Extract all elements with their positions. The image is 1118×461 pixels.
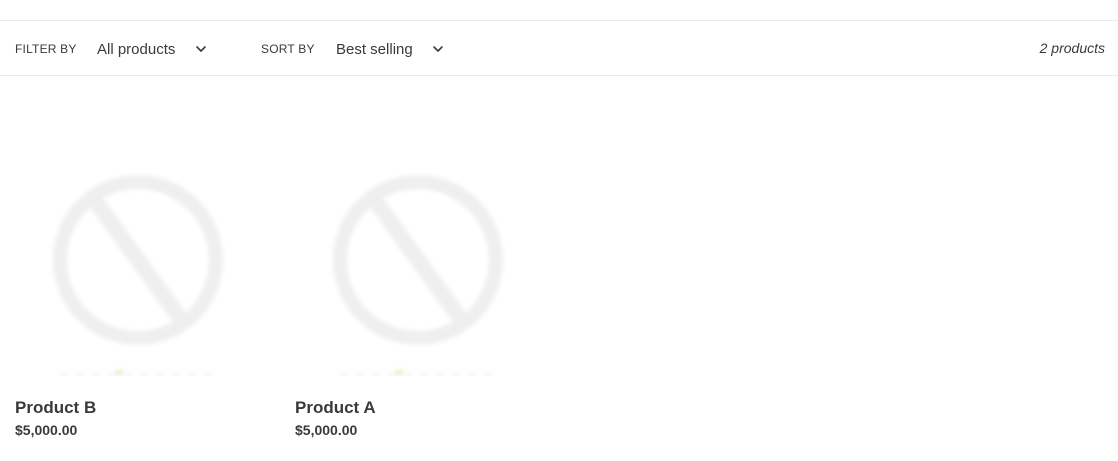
filter-select-value: All products <box>97 40 176 58</box>
product-image[interactable] <box>15 96 265 376</box>
collection-filters-bar: FILTER BY All products SORT BY Best sell… <box>0 20 1118 76</box>
product-count: 2 products <box>1039 40 1105 56</box>
chevron-down-icon <box>196 46 206 52</box>
filter-by-label: FILTER BY <box>15 42 77 56</box>
product-price: $5,000.00 <box>15 422 78 438</box>
product-image[interactable] <box>295 96 545 376</box>
product-card[interactable]: Product A $5,000.00 <box>295 96 545 438</box>
product-title[interactable]: Product B <box>15 398 96 418</box>
product-title[interactable]: Product A <box>295 398 376 418</box>
sort-select-value: Best selling <box>336 40 413 58</box>
placeholder-image-icon <box>333 175 503 376</box>
product-price: $5,000.00 <box>295 422 358 438</box>
filter-select[interactable]: All products <box>97 37 209 61</box>
placeholder-image-icon <box>53 175 223 376</box>
sort-select[interactable]: Best selling <box>336 37 448 61</box>
product-card[interactable]: Product B $5,000.00 <box>15 96 265 438</box>
sort-by-label: SORT BY <box>261 42 315 56</box>
chevron-down-icon <box>433 46 443 52</box>
